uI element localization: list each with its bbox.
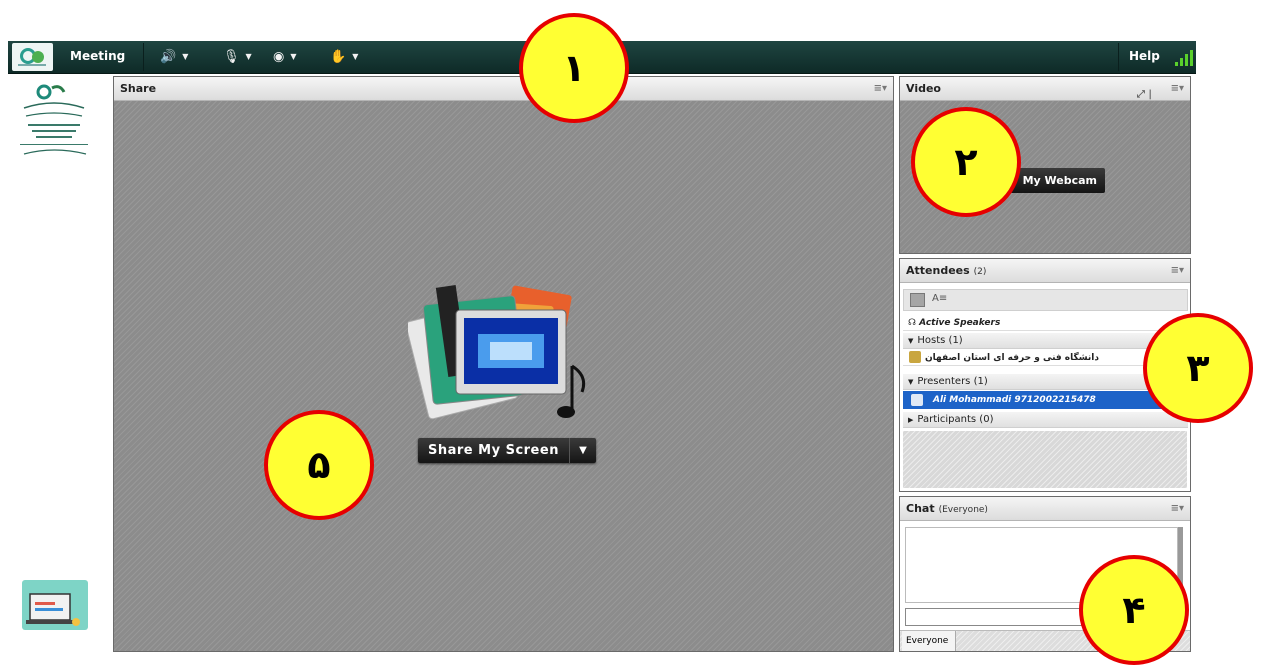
video-pod-title: Video [906, 82, 941, 95]
pod-options-icon[interactable]: ≡▾ [1171, 259, 1184, 283]
host-name: دانشگاه فنی و حرفه ای استان اصفهان [925, 353, 1099, 363]
attendees-toolbar: A≡ [903, 289, 1188, 311]
app-logo [12, 43, 53, 71]
raise-hand-button[interactable]: ✋ ▼ [330, 47, 358, 67]
attendees-empty-area [903, 431, 1187, 488]
university-logo [20, 84, 88, 155]
presenter-attendee-item[interactable]: Ali Mohammadi 9712002215478 [903, 391, 1188, 409]
callout-5: ۵ [264, 410, 374, 520]
meeting-menu[interactable]: Meeting [70, 49, 125, 63]
menu-divider [1118, 43, 1119, 71]
webcam-button[interactable]: ◉ ▼ [273, 47, 297, 67]
share-my-screen-button[interactable]: Share My Screen ▼ [418, 438, 596, 463]
speaker-button[interactable]: 🔊 ▼ [160, 47, 188, 67]
chevron-down-icon[interactable]: ▼ [182, 52, 188, 61]
speaker-icon: ☊ [908, 318, 920, 328]
raise-hand-icon: ✋ [330, 49, 347, 65]
list-view-icon[interactable] [910, 293, 925, 307]
presenter-name: Ali Mohammadi 9712002215478 [933, 395, 1096, 405]
pod-options-icon[interactable]: ≡▾ [1171, 77, 1184, 101]
active-speakers-label: Active Speakers [919, 318, 1001, 328]
expand-triangle-icon: ▼ [908, 337, 914, 345]
attendees-pod-title: Attendees [906, 264, 970, 277]
microphone-icon: 🎙 [223, 49, 240, 65]
pod-options-icon[interactable]: ≡▾ [874, 77, 887, 101]
host-user-icon [909, 351, 921, 363]
classroom-badge-icon [22, 580, 88, 630]
participants-group-header[interactable]: ▶ Participants (0) [903, 412, 1188, 428]
chevron-down-icon[interactable]: ▼ [568, 438, 596, 463]
webcam-icon: ◉ [273, 49, 285, 65]
chat-tab-everyone[interactable]: Everyone [902, 631, 956, 651]
hosts-group-header[interactable]: ▼ Hosts (1) [903, 333, 1188, 349]
chevron-down-icon[interactable]: ▼ [290, 52, 296, 61]
chevron-down-icon[interactable]: ▼ [246, 52, 252, 61]
chat-scope: (Everyone) [938, 505, 988, 515]
expand-triangle-icon: ▼ [908, 378, 914, 386]
chat-pod-header: Chat (Everyone) ≡▾ [900, 497, 1190, 521]
participants-group-label: Participants (0) [917, 414, 994, 425]
speaker-icon: 🔊 [160, 49, 177, 65]
chat-pod-title: Chat [906, 502, 935, 515]
callout-3: ٣ [1143, 313, 1253, 423]
share-pod: Share ≡▾ Share My Screen ▼ [113, 76, 894, 652]
callout-4: ۴ [1079, 555, 1189, 665]
connection-signal-icon [1175, 50, 1195, 66]
share-pod-title: Share [120, 82, 157, 95]
chevron-down-icon[interactable]: ▼ [352, 52, 358, 61]
sort-icon[interactable]: A≡ [932, 293, 947, 304]
presenters-group-label: Presenters (1) [917, 376, 988, 387]
callout-1: ١ [519, 13, 629, 123]
collapse-triangle-icon: ▶ [908, 416, 914, 424]
share-my-screen-label[interactable]: Share My Screen [418, 438, 569, 463]
attendees-pod-header: Attendees (2) ≡▾ [900, 259, 1190, 283]
pod-options-icon[interactable]: ≡▾ [1171, 497, 1184, 521]
menu-divider [143, 43, 144, 71]
attendee-count: (2) [973, 267, 987, 277]
share-media-icon [408, 285, 586, 420]
video-pod-header: Video ⤢ | ≡▾ [900, 77, 1190, 101]
hosts-group-label: Hosts (1) [917, 335, 963, 346]
share-pod-header: Share ≡▾ [114, 77, 893, 101]
active-speakers-row[interactable]: ☊ Active Speakers [903, 315, 1188, 331]
callout-2: ٢ [911, 107, 1021, 217]
chat-input[interactable] [905, 608, 1105, 626]
presenter-user-icon [911, 394, 923, 406]
microphone-button[interactable]: 🎙 ▼ [223, 47, 252, 67]
help-menu[interactable]: Help [1129, 49, 1160, 63]
